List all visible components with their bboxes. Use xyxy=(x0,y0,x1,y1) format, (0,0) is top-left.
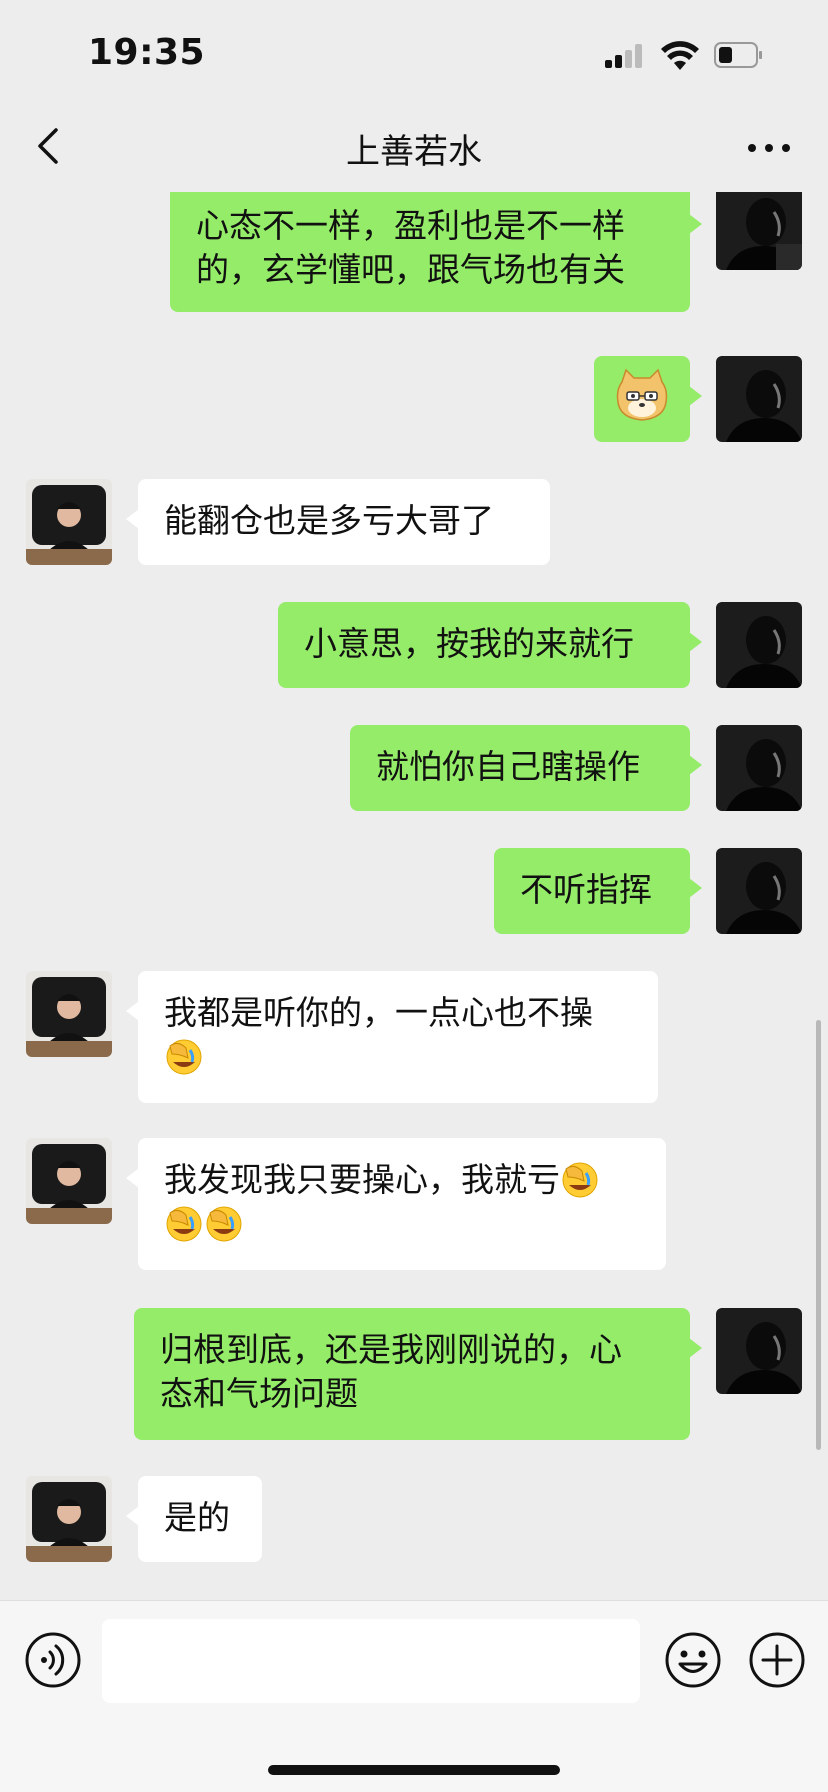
facepalm-emoji xyxy=(206,1206,242,1242)
message-text: 小意思，按我的来就行 xyxy=(304,624,634,663)
input-bar xyxy=(0,1600,828,1792)
status-bar: 19:35 xyxy=(0,0,828,100)
emoji-button[interactable] xyxy=(664,1631,722,1689)
contact-avatar[interactable] xyxy=(26,1476,112,1562)
scrollbar[interactable] xyxy=(816,1020,821,1450)
contact-avatar[interactable] xyxy=(26,1138,112,1224)
message-bubble[interactable]: 我都是听你的，一点心也不操 xyxy=(126,971,658,1103)
message-bubble[interactable]: 心态不一样，盈利也是不一样 的，玄学懂吧，跟气场也有关 xyxy=(170,192,702,312)
home-indicator[interactable] xyxy=(268,1765,560,1775)
facepalm-emoji xyxy=(166,1039,202,1075)
message-text: 的，玄学懂吧，跟气场也有关 xyxy=(196,250,625,289)
facepalm-emoji xyxy=(562,1162,598,1198)
contact-avatar[interactable] xyxy=(26,971,112,1057)
message-bubble[interactable]: 是的 xyxy=(126,1476,262,1562)
message-bubble[interactable]: 小意思，按我的来就行 xyxy=(278,602,702,688)
message-text: 归根到底，还是我刚刚说的，心 xyxy=(160,1330,622,1369)
message-bubble[interactable]: 归根到底，还是我刚刚说的，心 态和气场问题 xyxy=(134,1308,702,1440)
message-text: 能翻仓也是多亏大哥了 xyxy=(164,501,494,540)
message-text: 心态不一样，盈利也是不一样 xyxy=(196,206,625,245)
message-text: 我都是听你的，一点心也不操 xyxy=(164,993,593,1032)
message-text: 不听指挥 xyxy=(520,870,652,909)
message-bubble[interactable]: 就怕你自己瞎操作 xyxy=(350,725,702,811)
chat-screen: 19:35 上善若水 心态不一样，盈利也是不一样 的，玄学懂吧，跟气场也有关 能… xyxy=(0,0,828,1792)
my-avatar[interactable] xyxy=(716,848,802,934)
my-avatar[interactable] xyxy=(716,356,802,442)
my-avatar[interactable] xyxy=(716,725,802,811)
status-time: 19:35 xyxy=(88,32,206,73)
voice-button[interactable] xyxy=(24,1631,82,1689)
chat-title: 上善若水 xyxy=(346,132,482,172)
message-text: 态和气场问题 xyxy=(160,1374,358,1413)
message-text: 我发现我只要操心，我就亏 xyxy=(164,1160,560,1199)
battery-icon xyxy=(714,42,762,68)
message-list[interactable]: 心态不一样，盈利也是不一样 的，玄学懂吧，跟气场也有关 能翻仓也是多亏大哥了 小… xyxy=(0,192,828,1600)
message-text: 就怕你自己瞎操作 xyxy=(376,747,640,786)
message-bubble[interactable]: 能翻仓也是多亏大哥了 xyxy=(126,479,550,565)
message-input[interactable] xyxy=(102,1619,640,1703)
message-bubble[interactable]: 我发现我只要操心，我就亏 xyxy=(126,1138,666,1270)
plus-button[interactable] xyxy=(748,1631,806,1689)
facepalm-emoji xyxy=(166,1206,202,1242)
doge-face-emoji xyxy=(616,368,668,421)
more-button[interactable] xyxy=(744,126,794,166)
my-avatar[interactable] xyxy=(716,192,802,270)
wifi-icon xyxy=(661,41,699,70)
message-bubble[interactable]: 不听指挥 xyxy=(494,848,702,934)
cellular-signal-icon xyxy=(605,44,647,68)
nav-bar: 上善若水 xyxy=(0,100,828,192)
my-avatar[interactable] xyxy=(716,602,802,688)
message-text: 是的 xyxy=(164,1498,230,1537)
my-avatar[interactable] xyxy=(716,1308,802,1394)
message-bubble[interactable] xyxy=(594,356,702,442)
contact-avatar[interactable] xyxy=(26,479,112,565)
more-dots-icon xyxy=(748,144,756,152)
